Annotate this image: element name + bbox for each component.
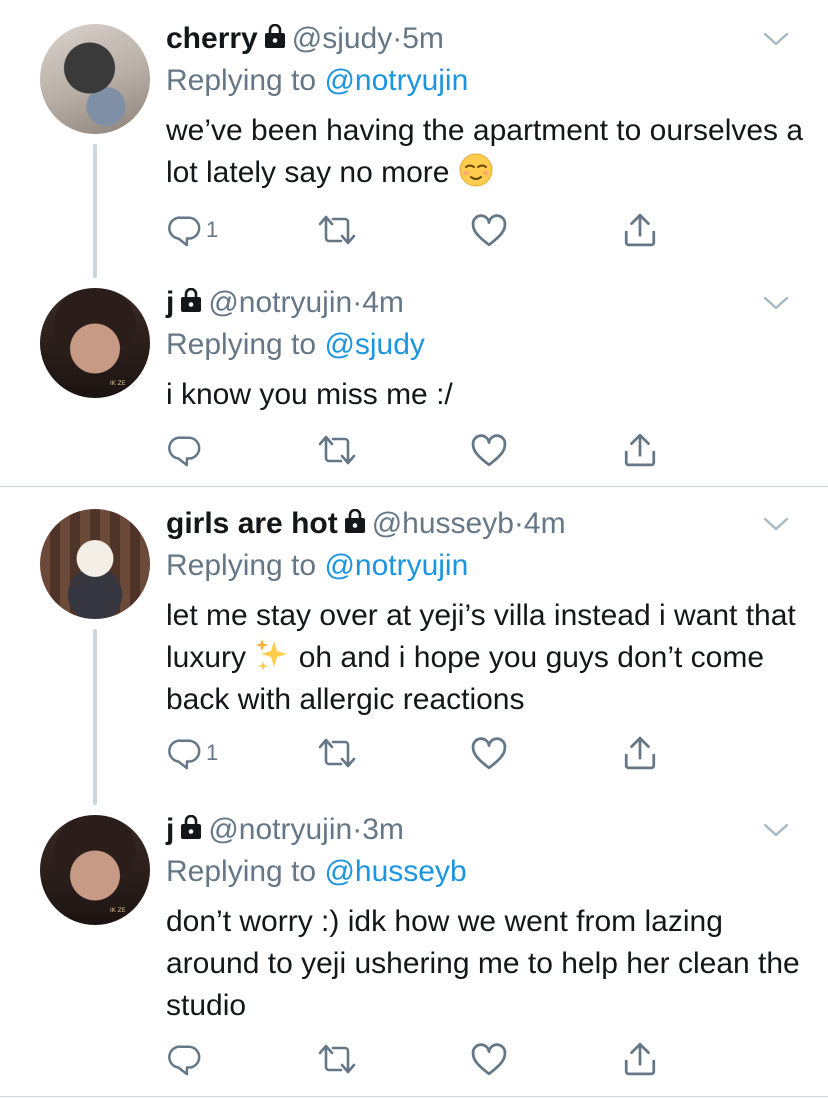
- relieved-face-emoji: [459, 153, 493, 187]
- timestamp[interactable]: 3m: [362, 813, 404, 846]
- chevron-down-icon[interactable]: [762, 515, 790, 535]
- bottom-divider: [0, 1096, 828, 1097]
- handle[interactable]: @notryujin: [208, 813, 352, 846]
- display-name[interactable]: j: [166, 286, 174, 319]
- lock-icon: [263, 24, 286, 50]
- share-icon: [624, 433, 656, 467]
- timestamp[interactable]: 5m: [402, 22, 444, 55]
- mention-link[interactable]: @notryujin: [324, 549, 468, 582]
- reply-count: 1: [206, 217, 219, 242]
- avatar[interactable]: IK ZE: [40, 815, 150, 925]
- separator: ·: [392, 22, 403, 55]
- tweet[interactable]: IK ZE j @notryujin·4m Replying to @sjudy …: [0, 270, 828, 486]
- replying-to-label: Replying to: [166, 328, 325, 361]
- share-icon: [624, 213, 656, 247]
- reply-icon: [168, 216, 201, 247]
- avatar-watermark: IK ZE: [110, 907, 126, 914]
- separator: ·: [352, 286, 363, 319]
- reply-count: 1: [206, 740, 219, 765]
- avatar[interactable]: [40, 24, 150, 134]
- reply-icon: [168, 436, 201, 467]
- like-icon: [471, 1043, 507, 1076]
- tweet-text: i know you miss me :/: [166, 378, 453, 411]
- share-button[interactable]: [624, 210, 656, 250]
- tweet-actions: [166, 1039, 666, 1079]
- retweet-icon: [318, 738, 356, 768]
- tweet[interactable]: girls are hot @husseyb·4m Replying to @no…: [0, 487, 828, 805]
- tweet-text: don’t worry :) idk how we went from lazi…: [166, 905, 800, 1022]
- chevron-down-icon[interactable]: [762, 30, 790, 50]
- chevron-down-icon[interactable]: [762, 821, 790, 841]
- lock-icon: [180, 288, 203, 314]
- tweet[interactable]: IK ZE j @notryujin·3m Replying to @hussey…: [0, 797, 828, 1097]
- replying-to: Replying to @husseyb: [166, 855, 467, 889]
- avatar[interactable]: [40, 509, 150, 619]
- avatar[interactable]: IK ZE: [40, 288, 150, 398]
- separator: ·: [352, 813, 363, 846]
- tweet-header: cherry @sjudy·5m: [166, 22, 444, 56]
- sparkles-emoji: [256, 639, 288, 671]
- mention-link[interactable]: @sjudy: [324, 328, 425, 361]
- retweet-button[interactable]: [316, 1039, 358, 1079]
- retweet-button[interactable]: [316, 733, 358, 773]
- replying-to: Replying to @notryujin: [166, 549, 468, 583]
- display-name[interactable]: cherry: [166, 22, 258, 55]
- replying-to-label: Replying to: [166, 64, 325, 97]
- share-button[interactable]: [624, 1039, 656, 1079]
- tweet-header: j @notryujin·4m: [166, 286, 404, 320]
- mention-link[interactable]: @husseyb: [324, 855, 466, 888]
- timestamp[interactable]: 4m: [524, 507, 566, 540]
- tweet[interactable]: cherry @sjudy·5m Replying to @notryujin w…: [0, 0, 828, 278]
- like-button[interactable]: [471, 430, 507, 470]
- thread-line: [93, 629, 97, 805]
- retweet-icon: [318, 435, 356, 465]
- avatar-watermark: IK ZE: [110, 380, 126, 387]
- share-icon: [624, 736, 656, 770]
- tweet-actions: 1: [166, 210, 666, 250]
- display-name[interactable]: j: [166, 813, 174, 846]
- like-icon: [471, 214, 507, 247]
- tweet-text: let me stay over at yeji’s villa instead…: [166, 595, 806, 721]
- timestamp[interactable]: 4m: [362, 286, 404, 319]
- mention-link[interactable]: @notryujin: [324, 64, 468, 97]
- handle[interactable]: @husseyb: [372, 507, 514, 540]
- thread-line: [93, 144, 97, 278]
- retweet-button[interactable]: [316, 210, 358, 250]
- replying-to: Replying to @sjudy: [166, 328, 425, 362]
- handle[interactable]: @sjudy: [292, 22, 393, 55]
- reply-button[interactable]: [168, 1039, 206, 1079]
- retweet-icon: [318, 1044, 356, 1074]
- like-button[interactable]: [471, 1039, 507, 1079]
- like-button[interactable]: [471, 210, 507, 250]
- tweet-header: girls are hot @husseyb·4m: [166, 507, 566, 541]
- lock-icon: [180, 815, 203, 841]
- reply-button[interactable]: [168, 430, 206, 470]
- share-icon: [624, 1042, 656, 1076]
- tweet-header: j @notryujin·3m: [166, 813, 404, 847]
- replying-to: Replying to @notryujin: [166, 64, 468, 98]
- replying-to-label: Replying to: [166, 855, 325, 888]
- replying-to-label: Replying to: [166, 549, 325, 582]
- display-name[interactable]: girls are hot: [166, 507, 338, 540]
- tweet-text: we’ve been having the apartment to ourse…: [166, 110, 806, 194]
- tweet-actions: 1: [166, 733, 666, 773]
- reply-button[interactable]: 1: [168, 210, 218, 250]
- chevron-down-icon[interactable]: [762, 294, 790, 314]
- reply-button[interactable]: 1: [168, 733, 218, 773]
- reply-icon: [168, 739, 201, 770]
- lock-icon: [343, 509, 366, 535]
- retweet-icon: [318, 215, 356, 245]
- reply-icon: [168, 1045, 201, 1076]
- like-icon: [471, 737, 507, 770]
- retweet-button[interactable]: [316, 430, 358, 470]
- share-button[interactable]: [624, 733, 656, 773]
- like-icon: [471, 434, 507, 467]
- like-button[interactable]: [471, 733, 507, 773]
- separator: ·: [513, 507, 524, 540]
- tweet-actions: [166, 430, 666, 470]
- handle[interactable]: @notryujin: [208, 286, 352, 319]
- share-button[interactable]: [624, 430, 656, 470]
